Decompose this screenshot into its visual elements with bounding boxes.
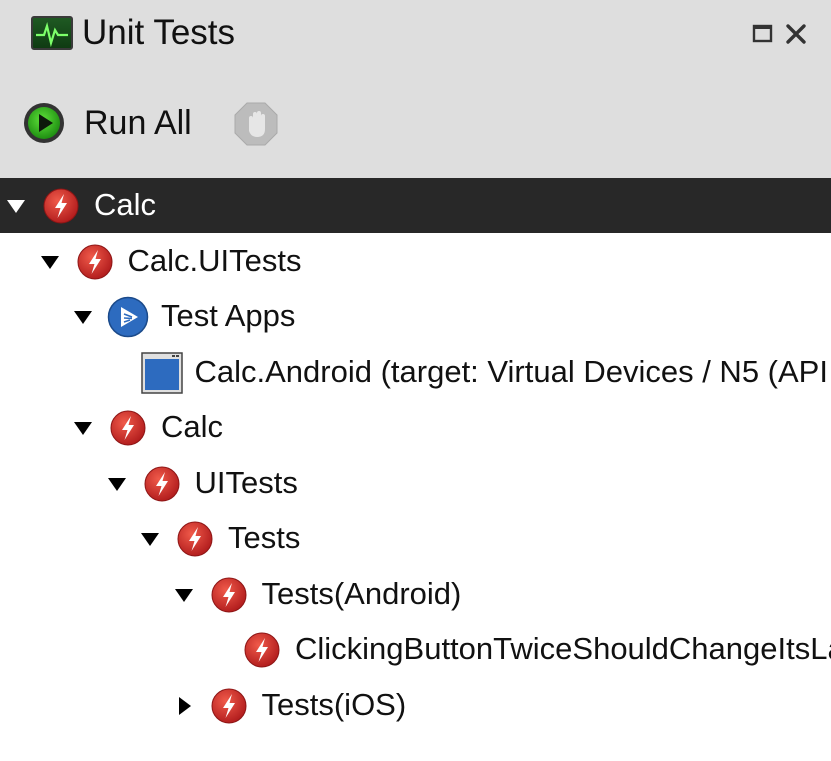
expand-arrow-icon[interactable] xyxy=(107,474,127,494)
run-all-button[interactable]: Run All xyxy=(84,102,192,144)
tree-item-label: Tests(Android) xyxy=(261,575,462,611)
tree-row[interactable]: Test Apps xyxy=(0,289,831,344)
tree-row[interactable]: Calc.Android (target: Virtual Devices / … xyxy=(0,345,831,400)
tree-row[interactable]: UITests xyxy=(0,456,831,511)
activity-monitor-icon xyxy=(31,16,73,50)
expand-arrow-icon[interactable] xyxy=(73,307,93,327)
app-window-icon xyxy=(140,351,183,394)
expand-arrow-icon[interactable] xyxy=(40,252,60,272)
expand-arrow-icon[interactable] xyxy=(140,529,160,549)
tree-item-label: Tests(iOS) xyxy=(261,686,407,722)
failed-icon xyxy=(42,187,80,225)
tree-row[interactable]: ClickingButtonTwiceShouldChangeItsLa xyxy=(0,622,831,677)
failed-icon xyxy=(76,243,114,281)
toolbar: Run All xyxy=(0,70,831,178)
failed-icon xyxy=(176,520,214,558)
failed-icon xyxy=(210,576,248,614)
tree-item-label: Calc xyxy=(161,409,224,444)
tree-row[interactable]: Calc.UITests xyxy=(0,234,831,289)
tree-row[interactable]: Calc xyxy=(0,400,831,455)
maximize-icon[interactable] xyxy=(751,22,775,46)
tree-row[interactable]: Tests xyxy=(0,511,831,566)
failed-icon xyxy=(243,631,281,669)
tree-item-label: Calc.Android (target: Virtual Devices / … xyxy=(194,353,831,389)
tree-row[interactable]: Calc xyxy=(0,178,831,233)
tree-item-label: ClickingButtonTwiceShouldChangeItsLa xyxy=(295,631,831,666)
test-tree: Calc Calc.UITests Test Apps Calc.Android (t… xyxy=(0,178,831,761)
collapse-arrow-icon[interactable] xyxy=(174,696,194,716)
expand-arrow-icon[interactable] xyxy=(73,418,93,438)
close-icon[interactable] xyxy=(784,22,808,46)
tree-item-label: Calc.UITests xyxy=(127,242,302,278)
play-icon[interactable] xyxy=(22,101,66,145)
failed-icon xyxy=(109,409,147,447)
failed-icon xyxy=(210,687,248,725)
test-apps-icon xyxy=(107,296,149,338)
tree-item-label: Test Apps xyxy=(161,298,296,333)
tree-row[interactable]: Tests(Android) xyxy=(0,567,831,622)
failed-icon xyxy=(143,465,181,503)
window-title: Unit Tests xyxy=(82,13,236,52)
stop-hand-icon[interactable] xyxy=(233,101,279,147)
expand-arrow-icon[interactable] xyxy=(174,585,194,605)
title-bar: Unit Tests xyxy=(0,0,831,70)
expand-arrow-icon[interactable] xyxy=(6,196,26,216)
tree-item-label: UITests xyxy=(194,464,298,500)
tree-item-label: Calc xyxy=(94,187,157,222)
tree-row[interactable]: Tests(iOS) xyxy=(0,678,831,733)
tree-item-label: Tests xyxy=(228,520,301,555)
